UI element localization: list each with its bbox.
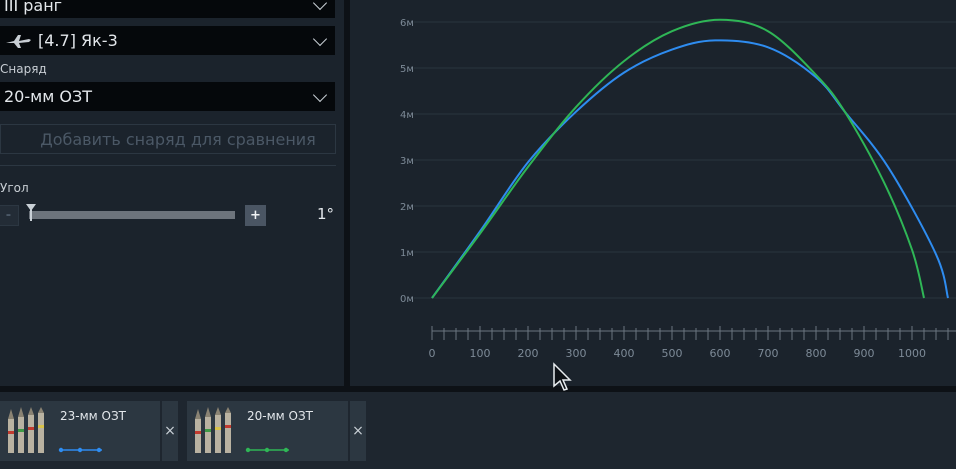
plane-select-value: [4.7] Як-3: [38, 31, 118, 50]
x-tick-label: 100: [470, 347, 491, 360]
shell-select-value: 20-мм ОЗТ: [4, 87, 92, 106]
x-tick-label: 300: [566, 347, 587, 360]
x-tick-label: 500: [662, 347, 683, 360]
x-tick-label: 900: [854, 347, 875, 360]
rank-select-value: III ранг: [4, 0, 63, 15]
y-tick-label: 0м: [400, 294, 414, 305]
series-line-sample: [245, 447, 289, 453]
x-tick-label: 700: [758, 347, 779, 360]
trajectory-chart-svg: 0м 1м 2м 3м 4м 5м 6м 0 100 200 300 400 500 600 700 800 9…: [400, 18, 956, 360]
ammo-belt-icon: [8, 407, 44, 453]
remove-shell-button[interactable]: ×: [161, 401, 178, 461]
y-tick-label: 1м: [400, 248, 414, 259]
x-tick-label: 0: [429, 347, 436, 360]
angle-label: Угол: [0, 181, 29, 195]
x-tick-label: 800: [806, 347, 827, 360]
shell-card-name: 23-мм ОЗТ: [60, 409, 126, 423]
x-tick-label: 400: [614, 347, 635, 360]
shell-card-name: 20-мм ОЗТ: [247, 409, 313, 423]
shell-card[interactable]: 20-мм ОЗТ: [187, 401, 348, 461]
ammo-belt-icon: [195, 407, 231, 453]
comparison-bar: 23-мм ОЗТ × 20-мм ОЗТ ×: [0, 392, 956, 469]
trajectory-line: [431, 18, 925, 299]
shell-select[interactable]: 20-мм ОЗТ: [0, 82, 335, 111]
x-tick-label: 600: [710, 347, 731, 360]
chevron-down-icon: [312, 0, 328, 11]
rank-select[interactable]: III ранг: [0, 0, 335, 18]
add-shell-button[interactable]: Добавить снаряд для сравнения: [0, 124, 336, 154]
divider: [0, 165, 336, 166]
angle-slider[interactable]: [29, 211, 235, 219]
trajectory-chart: 0м 1м 2м 3м 4м 5м 6м 0 100 200 300 400 500 600 700 800 9…: [350, 0, 956, 386]
trajectory-line: [431, 39, 949, 299]
y-tick-label: 5м: [400, 64, 414, 75]
series-line-sample: [58, 447, 102, 453]
mouse-cursor-icon: [553, 362, 572, 391]
angle-decrease-button[interactable]: -: [0, 205, 19, 226]
shell-card[interactable]: 23-мм ОЗТ: [0, 401, 160, 461]
plane-select[interactable]: [4.7] Як-3: [0, 26, 335, 55]
slider-handle-icon[interactable]: [25, 203, 37, 221]
y-tick-label: 6м: [400, 18, 414, 29]
y-tick-label: 3м: [400, 156, 414, 167]
plane-icon: [6, 34, 31, 48]
angle-value: 1°: [316, 205, 334, 223]
x-tick-label: 200: [518, 347, 539, 360]
x-tick-label: 1000: [898, 347, 926, 360]
angle-increase-button[interactable]: +: [245, 205, 266, 226]
remove-shell-button[interactable]: ×: [349, 401, 366, 461]
shell-label: Снаряд: [0, 62, 47, 76]
left-panel: III ранг [4.7] Як-3 Снаряд 20-мм ОЗТ Доб…: [0, 0, 344, 386]
y-tick-label: 4м: [400, 110, 414, 121]
chevron-down-icon: [312, 87, 328, 102]
chevron-down-icon: [312, 31, 328, 46]
y-tick-label: 2м: [400, 202, 414, 213]
